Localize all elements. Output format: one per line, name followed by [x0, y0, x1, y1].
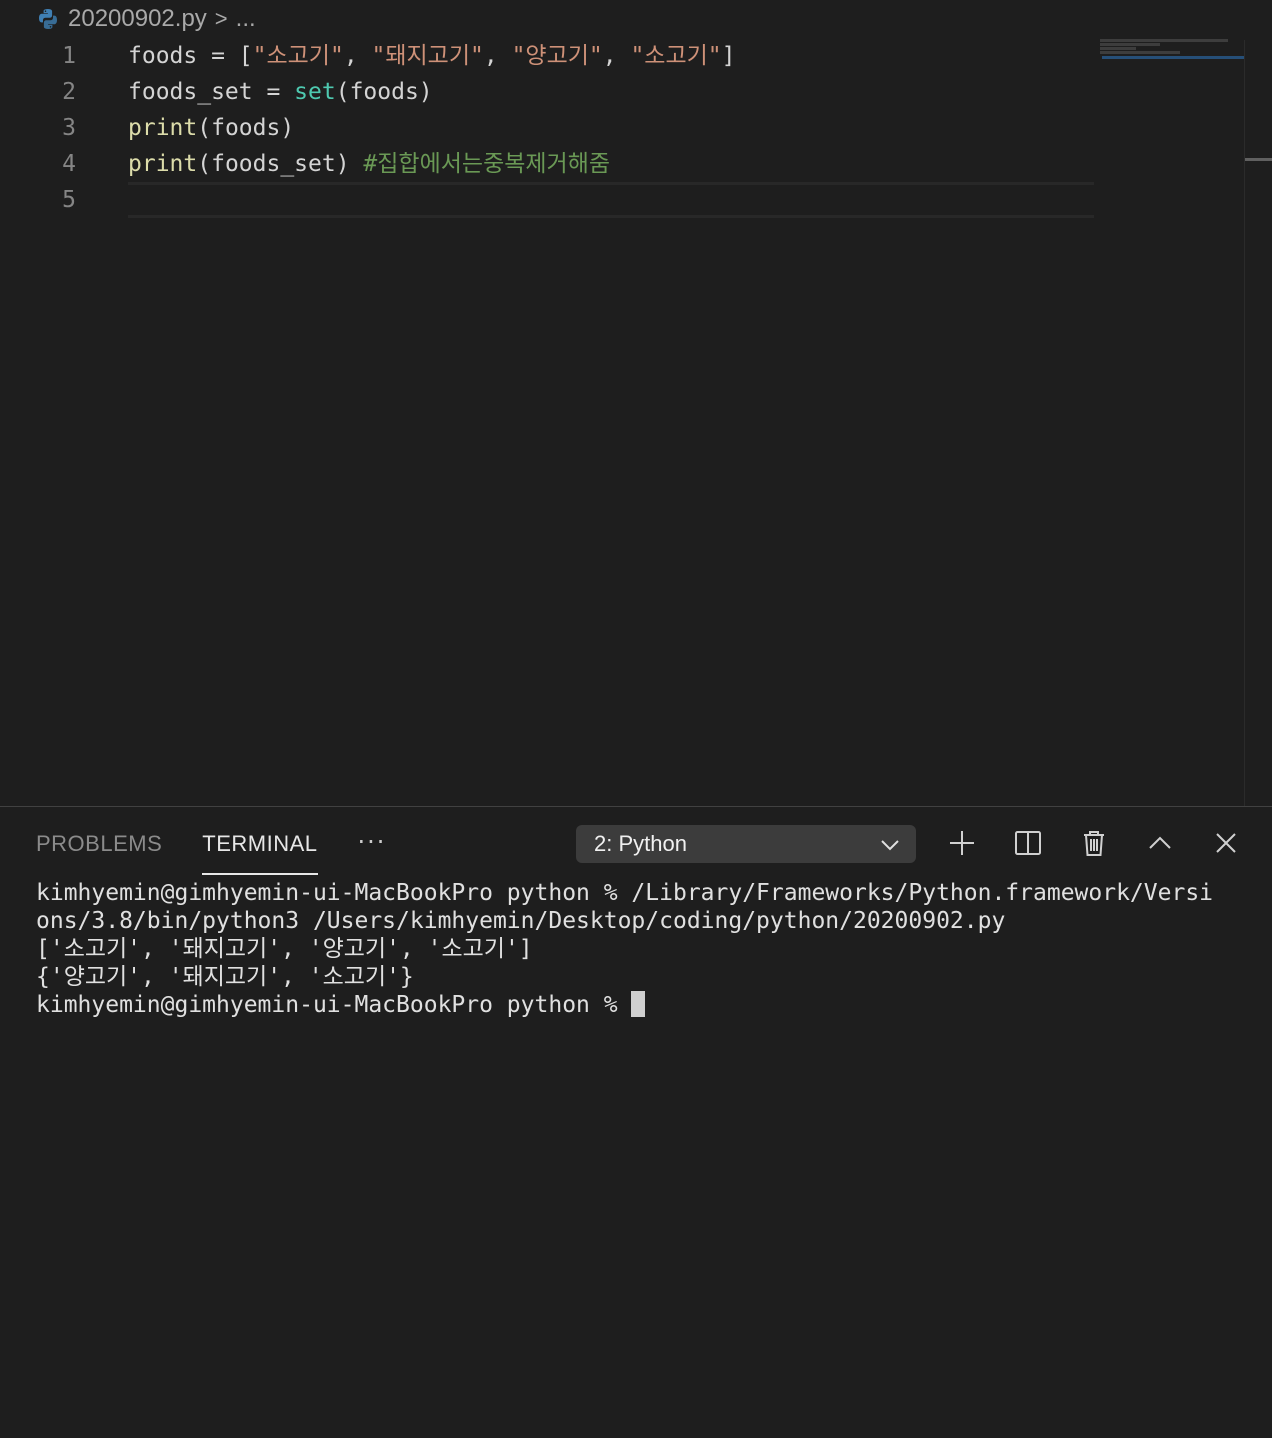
- python-file-icon: [36, 7, 60, 31]
- code-line[interactable]: print(foods_set) #집합에서는중복제거해줌: [128, 146, 1094, 182]
- terminal-line: ons/3.8/bin/python3 /Users/kimhyemin/Des…: [36, 908, 1006, 934]
- trash-icon[interactable]: [1076, 825, 1112, 861]
- editor-scrollbar[interactable]: [1244, 40, 1272, 806]
- terminal-cursor: [631, 991, 646, 1017]
- breadcrumb-separator: >: [214, 6, 228, 31]
- minimap-line: [1100, 51, 1180, 54]
- code-area[interactable]: foods = ["소고기", "돼지고기", "양고기", "소고기"] foo…: [128, 38, 1094, 218]
- bottom-panel: PROBLEMS TERMINAL ··· 2: Python kimhyemi…: [0, 806, 1272, 1438]
- line-number: 4: [62, 151, 76, 177]
- code-token: foods_set =: [128, 79, 295, 105]
- vscode-window: 20200902.py > ... 1 2 3 4 5 foods = ["소고기", …: [0, 0, 1272, 1438]
- code-token: "돼지고기": [371, 43, 484, 69]
- minimap[interactable]: [1100, 38, 1244, 62]
- terminal-line: {'양고기', '돼지고기', '소고기'}: [36, 964, 414, 990]
- code-token: print: [128, 151, 198, 177]
- breadcrumb-more[interactable]: ...: [236, 5, 256, 33]
- code-token: foods = [: [128, 43, 253, 69]
- code-token: "양고기": [511, 43, 603, 69]
- code-token: (foods): [335, 79, 433, 105]
- panel-tabs: PROBLEMS TERMINAL ···: [36, 827, 387, 875]
- code-token: "소고기": [630, 43, 722, 69]
- split-terminal-icon[interactable]: [1010, 825, 1046, 861]
- code-line[interactable]: [128, 182, 1094, 218]
- line-number: 3: [62, 115, 76, 141]
- minimap-line: [1100, 43, 1160, 46]
- code-token: #집합에서는중복제거해줌: [363, 151, 611, 177]
- tab-terminal[interactable]: TERMINAL: [202, 827, 318, 875]
- code-token: (foods_set): [197, 151, 364, 177]
- code-token: (foods): [197, 115, 295, 141]
- terminal-line: ['소고기', '돼지고기', '양고기', '소고기']: [36, 936, 533, 962]
- breadcrumb-file[interactable]: 20200902.py: [68, 5, 207, 33]
- line-number: 2: [62, 79, 76, 105]
- terminal-prompt-line[interactable]: kimhyemin@gimhyemin-ui-MacBookPro python…: [36, 991, 1236, 1019]
- chevron-down-icon: [880, 831, 900, 857]
- line-number: 1: [62, 43, 76, 69]
- breadcrumb: 20200902.py > ...: [36, 0, 256, 38]
- line-number: 5: [62, 187, 76, 213]
- close-icon[interactable]: [1208, 825, 1244, 861]
- terminal-output[interactable]: kimhyemin@gimhyemin-ui-MacBookPro python…: [36, 879, 1236, 1019]
- minimap-current-line: [1102, 56, 1244, 59]
- more-actions-icon[interactable]: ···: [358, 827, 387, 857]
- terminal-select-value: 2: Python: [594, 831, 687, 856]
- code-token: ,: [343, 43, 372, 69]
- terminal-select[interactable]: 2: Python: [576, 825, 916, 863]
- code-line[interactable]: foods = ["소고기", "돼지고기", "양고기", "소고기"]: [128, 38, 1094, 74]
- new-terminal-icon[interactable]: [944, 825, 980, 861]
- tab-problems[interactable]: PROBLEMS: [36, 827, 162, 873]
- code-token: ,: [602, 43, 631, 69]
- terminal-prompt: kimhyemin@gimhyemin-ui-MacBookPro python…: [36, 992, 632, 1018]
- code-token: set: [294, 79, 336, 105]
- code-token: ]: [721, 43, 736, 69]
- code-line[interactable]: foods_set = set(foods): [128, 74, 1094, 110]
- code-token: ,: [483, 43, 512, 69]
- minimap-line: [1100, 39, 1228, 42]
- code-editor[interactable]: 12345 foods = ["소고기", "돼지고기", "양고기", "소고…: [0, 38, 1244, 806]
- code-token: "소고기": [252, 43, 344, 69]
- code-line[interactable]: print(foods): [128, 110, 1094, 146]
- terminal-line: kimhyemin@gimhyemin-ui-MacBookPro python…: [36, 880, 1214, 906]
- code-token: print: [128, 115, 198, 141]
- line-number-gutter: 1 2 3 4 5: [0, 38, 100, 218]
- chevron-up-icon[interactable]: [1142, 825, 1178, 861]
- panel-actions: [944, 825, 1244, 861]
- scrollbar-cursor-marker: [1245, 158, 1272, 161]
- minimap-line: [1100, 47, 1136, 50]
